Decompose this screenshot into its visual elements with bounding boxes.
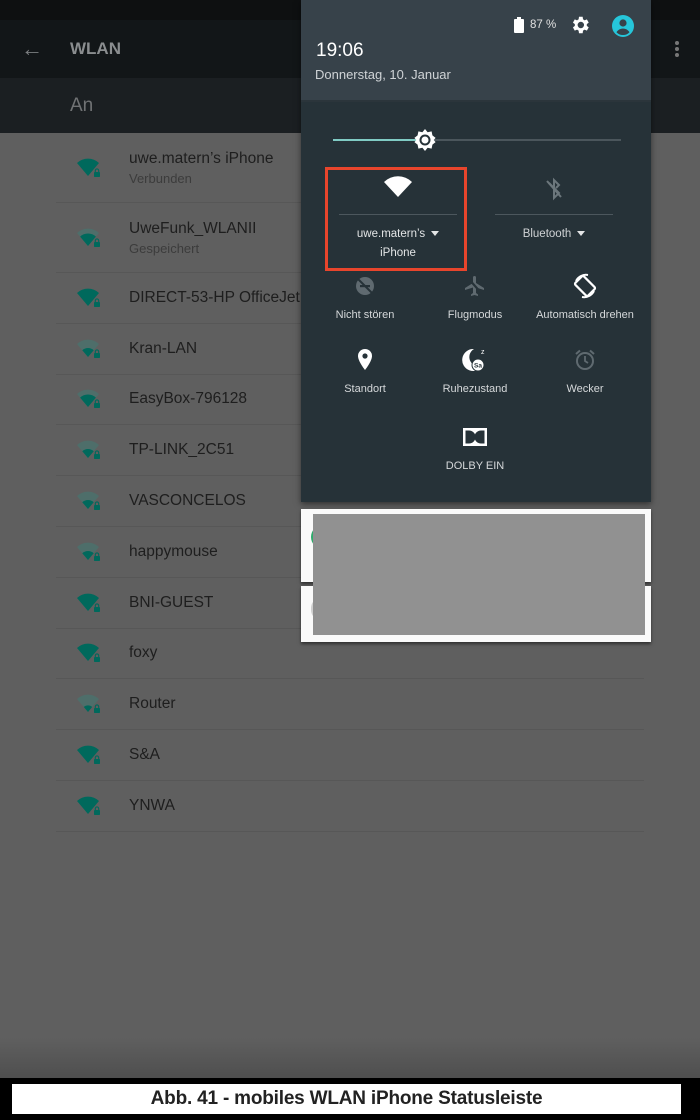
dropdown-caret-icon (577, 231, 586, 237)
wifi-signal-lock-icon (77, 542, 100, 561)
wifi-signal-lock-icon (77, 288, 100, 307)
date: Donnerstag, 10. Januar (315, 67, 451, 82)
svg-text:Sa: Sa (474, 363, 482, 370)
dolby-icon (463, 428, 487, 446)
account-circle-icon[interactable] (611, 14, 635, 38)
more-vert-icon (675, 41, 679, 45)
wifi-signal-lock-icon (77, 339, 100, 358)
bluetooth-tile-label[interactable]: Bluetooth (495, 225, 613, 244)
wifi-network-item[interactable]: S&A (56, 730, 644, 781)
wifi-network-name: UweFunk_WLANII (129, 219, 257, 237)
sleep-mode-icon: z Sa (462, 348, 485, 372)
overflow-menu-button[interactable] (672, 34, 682, 64)
wifi-network-name: foxy (129, 644, 158, 662)
bluetooth-off-icon (546, 177, 562, 201)
wifi-network-name: Router (129, 695, 176, 713)
tile-do-not-disturb[interactable]: Nicht stören (310, 272, 420, 342)
tile-dolby[interactable]: DOLBY EIN (420, 423, 530, 493)
location-icon (358, 349, 372, 370)
wifi-network-name: BNI-GUEST (129, 593, 214, 611)
brightness-fill (333, 139, 426, 141)
page-title: WLAN (70, 39, 121, 58)
wlan-toggle-label: An (70, 94, 94, 116)
dropdown-caret-icon (431, 231, 440, 237)
tile-divider (339, 214, 457, 215)
wifi-signal-lock-icon (77, 694, 100, 714)
wifi-signal-lock-icon (77, 491, 100, 511)
wifi-signal-lock-icon (77, 745, 100, 765)
tile-location[interactable]: Standort (310, 346, 420, 416)
tile-sleep-mode[interactable]: z Sa Ruhezustand (420, 346, 530, 416)
wifi-signal-lock-icon (77, 796, 100, 815)
brightness-slider[interactable] (333, 128, 621, 152)
gear-icon[interactable] (569, 14, 591, 36)
wifi-signal-lock-icon (77, 390, 100, 409)
notification-area (301, 509, 651, 642)
wifi-network-name: VASCONCELOS (129, 492, 246, 510)
wifi-signal-lock-icon (77, 158, 100, 177)
wifi-network-item[interactable]: Router (56, 679, 644, 731)
wifi-network-name: TP-LINK_2C51 (129, 441, 235, 459)
wifi-network-name: Kran-LAN (129, 339, 198, 357)
wifi-signal-lock-icon (77, 593, 100, 612)
wifi-signal-lock-icon (77, 440, 100, 460)
wifi-network-name: YNWA (129, 796, 175, 814)
wifi-network-name: EasyBox-796128 (129, 390, 248, 408)
airplane-icon (465, 276, 484, 296)
wifi-network-name: DIRECT-53-HP OfficeJet (129, 288, 300, 306)
back-button[interactable]: ← (0, 20, 64, 78)
redacted-content (313, 514, 645, 635)
clock: 19:06 (316, 40, 364, 61)
wifi-network-name: uwe.matern’s iPhone (129, 149, 274, 167)
wifi-network-name: happymouse (129, 542, 218, 560)
tile-divider (495, 214, 613, 215)
tile-auto-rotate-label: Automatisch drehen (536, 309, 634, 321)
wifi-tile-label[interactable]: uwe.matern’s iPhone (339, 225, 457, 263)
tile-auto-rotate[interactable]: Automatisch drehen (530, 272, 640, 342)
wifi-network-status: Verbunden (129, 170, 192, 186)
brightness-thumb-icon[interactable] (413, 128, 437, 152)
wifi-network-name: S&A (129, 746, 161, 764)
quick-settings-panel: 87 % 19:06 Donnerstag, 10. Januar uwe.ma (301, 0, 651, 502)
figure-caption-box: Abb. 41 - mobiles WLAN iPhone Statusleis… (12, 1084, 681, 1114)
wifi-tile[interactable]: uwe.matern’s iPhone (339, 168, 457, 268)
auto-rotate-icon (573, 273, 597, 299)
wifi-signal-lock-icon (77, 228, 100, 247)
figure-caption: Abb. 41 - mobiles WLAN iPhone Statusleis… (150, 1088, 543, 1109)
do-not-disturb-icon (356, 277, 374, 295)
wifi-signal-lock-icon (77, 644, 100, 663)
figure-caption-bar: Abb. 41 - mobiles WLAN iPhone Statusleis… (0, 1078, 700, 1120)
quick-settings-header: 87 % 19:06 Donnerstag, 10. Januar (301, 0, 651, 102)
arrow-left-icon: ← (21, 36, 43, 61)
battery-icon (514, 17, 524, 33)
wifi-network-status: Gespeichert (129, 240, 200, 256)
svg-text:z: z (481, 349, 485, 356)
battery-percentage: 87 % (530, 19, 557, 31)
alarm-icon (575, 349, 595, 370)
bluetooth-tile[interactable]: Bluetooth (495, 168, 613, 268)
tile-airplane-mode[interactable]: Flugmodus (420, 272, 530, 342)
wifi-icon (384, 176, 412, 197)
navigation-bar-fade (0, 1038, 700, 1078)
tile-alarm[interactable]: Wecker (530, 346, 640, 416)
wifi-network-item[interactable]: YNWA (56, 781, 644, 832)
